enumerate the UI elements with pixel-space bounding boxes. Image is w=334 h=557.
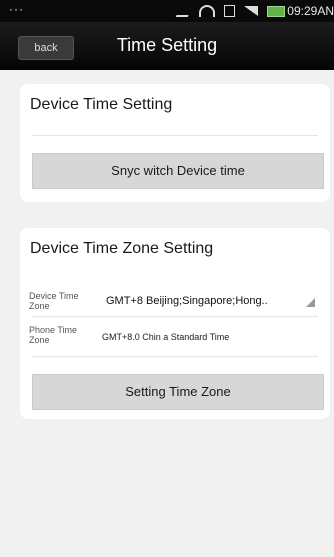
- status-time: 09:29AN: [287, 4, 334, 18]
- divider: [32, 316, 318, 317]
- battery-icon: [267, 5, 285, 17]
- device-time-zone-select[interactable]: GMT+8 Beijing;Singapore;Hong..: [106, 291, 321, 311]
- set-time-zone-button[interactable]: Setting Time Zone: [32, 374, 324, 410]
- title-bar: back Time Setting: [0, 22, 334, 70]
- phone-time-zone-label: Phone Time Zone: [29, 325, 78, 345]
- sync-device-time-button[interactable]: Snyc witch Device time: [32, 153, 324, 189]
- device-time-card: Device Time Setting Snyc witch Device ti…: [20, 84, 330, 202]
- time-zone-card: Device Time Zone Setting Device Time Zon…: [20, 228, 330, 419]
- dropdown-arrow-icon: [306, 298, 315, 307]
- status-bar: ··· 09:29AN: [0, 0, 334, 22]
- edit-icon: [175, 5, 193, 17]
- divider: [32, 356, 318, 357]
- wifi-icon: [199, 5, 215, 17]
- device-time-zone-value: GMT+8 Beijing;Singapore;Hong..: [106, 295, 268, 307]
- page-title: Time Setting: [116, 35, 218, 55]
- notification-dots: ···: [9, 2, 24, 16]
- device-time-title: Device Time Setting: [30, 96, 173, 113]
- signal-icon: [244, 6, 258, 16]
- device-time-zone-label: Device Time Zone: [29, 291, 79, 311]
- phone-time-zone-value: GMT+8.0 Chin a Standard Time: [102, 332, 230, 342]
- divider: [32, 135, 318, 136]
- status-icons: [175, 5, 285, 17]
- sim-icon: [224, 5, 235, 17]
- time-zone-title: Device Time Zone Setting: [30, 240, 214, 257]
